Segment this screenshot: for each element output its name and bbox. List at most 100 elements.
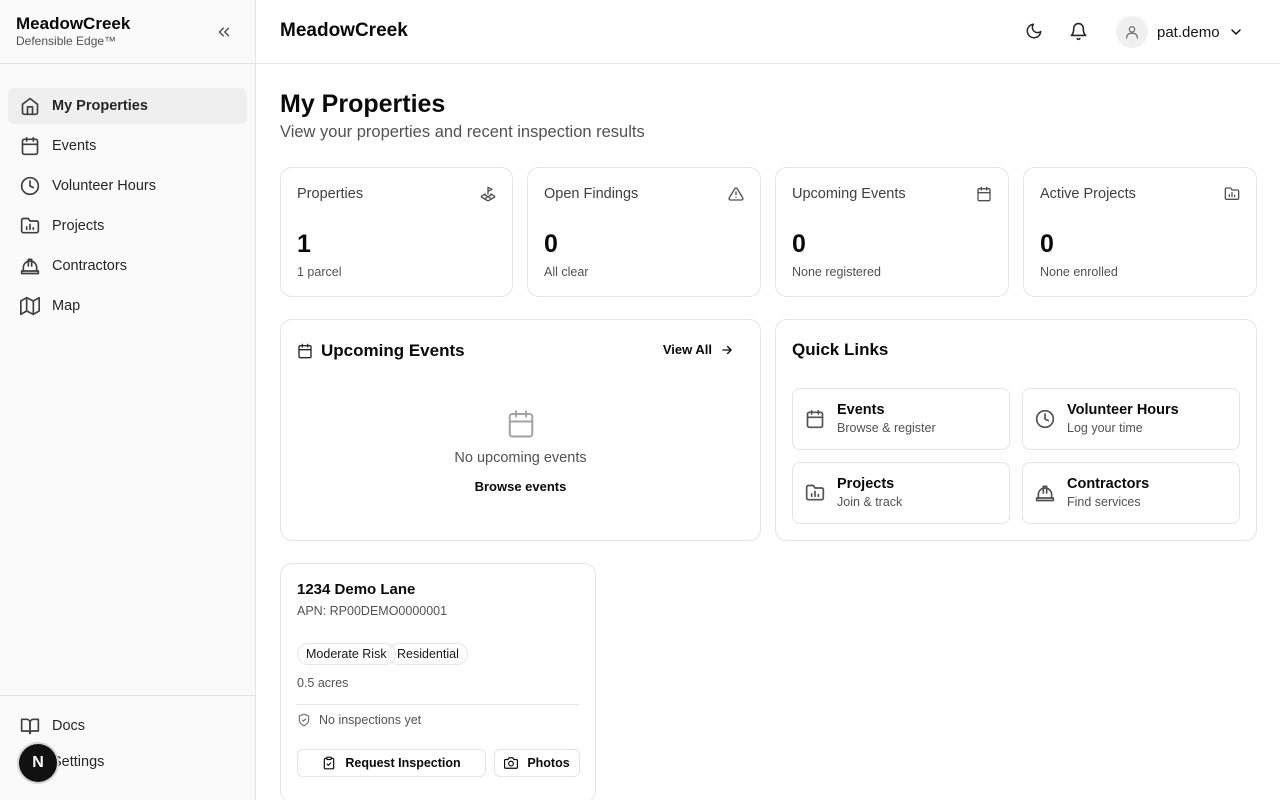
land-plot-icon: [480, 186, 496, 202]
avatar: [1116, 16, 1148, 48]
folder-chart-icon: [20, 216, 40, 236]
photos-label: Photos: [527, 756, 570, 770]
warning-triangle-icon: [728, 186, 744, 202]
stat-label: Upcoming Events: [792, 186, 906, 202]
quick-link-title: Projects: [837, 476, 895, 492]
property-acres: 0.5 acres: [297, 676, 349, 690]
view-all-link[interactable]: View All: [663, 342, 734, 357]
sidebar-item-volunteer-hours[interactable]: Volunteer Hours: [8, 168, 247, 204]
page-title: My Properties: [280, 90, 446, 118]
quick-link-subtitle: Join & track: [837, 495, 903, 509]
collapse-sidebar-icon[interactable]: [215, 23, 233, 41]
stat-label: Open Findings: [544, 186, 639, 202]
quick-links-card: Quick Links Events Browse & register Vol…: [775, 319, 1257, 541]
stat-note: All clear: [544, 265, 589, 279]
calendar-icon: [20, 136, 40, 156]
stat-value: 1: [297, 230, 311, 258]
divider: [297, 704, 579, 705]
sidebar-item-label: Settings: [52, 754, 105, 770]
request-inspection-button[interactable]: Request Inspection: [297, 749, 486, 777]
quick-link-projects[interactable]: Projects Join & track: [792, 462, 1010, 524]
header-title: MeadowCreek: [280, 20, 408, 41]
quick-link-subtitle: Find services: [1067, 495, 1141, 509]
sidebar-item-label: Projects: [52, 218, 105, 234]
hard-hat-icon: [20, 256, 40, 276]
sidebar-item-events[interactable]: Events: [8, 128, 247, 164]
view-all-label: View All: [662, 342, 712, 357]
map-icon: [20, 296, 40, 316]
book-icon: [20, 716, 40, 736]
inspection-status: No inspections yet: [297, 713, 421, 727]
stat-value: 0: [544, 230, 558, 258]
dark-mode-toggle-icon[interactable]: [1025, 22, 1045, 42]
folder-chart-icon: [1224, 186, 1240, 202]
hard-hat-icon: [1035, 483, 1055, 503]
sidebar-item-projects[interactable]: Projects: [8, 208, 247, 244]
quick-link-contractors[interactable]: Contractors Find services: [1022, 462, 1240, 524]
stat-note: 1 parcel: [297, 265, 342, 279]
inspection-status-text: No inspections yet: [319, 713, 422, 727]
stat-value: 0: [1040, 230, 1054, 258]
clock-icon: [1035, 409, 1055, 429]
upcoming-events-card: Upcoming Events View All No upcoming eve…: [280, 319, 761, 541]
quick-link-events[interactable]: Events Browse & register: [792, 388, 1010, 450]
calendar-icon: [805, 409, 825, 429]
stat-note: None enrolled: [1040, 265, 1118, 279]
type-badge: Residential: [388, 643, 468, 665]
property-apn: APN: RP00DEMO0000001: [297, 604, 448, 618]
quick-link-title: Contractors: [1067, 476, 1150, 492]
stat-card-open-findings: Open Findings 0 All clear: [527, 167, 761, 297]
sidebar-item-contractors[interactable]: Contractors: [8, 248, 247, 284]
home-icon: [20, 96, 40, 116]
browse-events-link-row: Browse events: [281, 479, 760, 494]
sidebar-nav: My Properties Events Volunteer Hours Pro…: [0, 64, 255, 324]
calendar-icon: [976, 186, 992, 202]
stat-label: Properties: [297, 186, 364, 202]
main-content: My Properties View your properties and r…: [256, 64, 1280, 800]
stat-label: Active Projects: [1040, 186, 1136, 202]
clipboard-check-icon: [322, 756, 336, 770]
username: pat.demo: [1157, 23, 1220, 41]
sidebar-item-label: Contractors: [52, 258, 127, 274]
brand-name: MeadowCreek: [16, 14, 131, 33]
arrow-right-icon: [720, 343, 734, 357]
quick-link-volunteer-hours[interactable]: Volunteer Hours Log your time: [1022, 388, 1240, 450]
folder-chart-icon: [805, 483, 825, 503]
assistant-launcher-button[interactable]: N: [19, 744, 57, 782]
stat-card-upcoming-events: Upcoming Events 0 None registered: [775, 167, 1009, 297]
top-bar: MeadowCreek pat.demo: [256, 0, 1280, 64]
stat-card-properties: Properties 1 1 parcel: [280, 167, 513, 297]
quick-links-title: Quick Links: [792, 340, 889, 359]
sidebar-item-label: Volunteer Hours: [52, 178, 156, 194]
sidebar-item-docs[interactable]: Docs: [8, 710, 247, 742]
camera-icon: [504, 756, 519, 770]
quick-link-subtitle: Browse & register: [837, 421, 936, 435]
chevron-down-icon: [1228, 24, 1244, 40]
shield-check-icon: [297, 713, 311, 727]
sidebar-item-label: Events: [52, 138, 97, 154]
upcoming-events-title: Upcoming Events: [321, 341, 465, 360]
quick-link-title: Events: [837, 402, 885, 418]
empty-state-text: No upcoming events: [454, 450, 587, 466]
bell-icon[interactable]: [1069, 22, 1089, 42]
calendar-icon: [297, 343, 313, 359]
sidebar-item-map[interactable]: Map: [8, 288, 247, 324]
request-inspection-label: Request Inspection: [345, 756, 461, 770]
clock-icon: [20, 176, 40, 196]
risk-badge: Moderate Risk: [297, 643, 396, 665]
quick-link-title: Volunteer Hours: [1067, 402, 1179, 418]
calendar-empty-icon: [506, 408, 536, 440]
stat-note: None registered: [792, 265, 881, 279]
photos-button[interactable]: Photos: [494, 749, 580, 777]
brand: MeadowCreek Defensible Edge™: [0, 0, 255, 64]
sidebar-item-label: My Properties: [52, 98, 148, 114]
stat-card-active-projects: Active Projects 0 None enrolled: [1023, 167, 1257, 297]
user-menu[interactable]: pat.demo: [1116, 16, 1244, 48]
page-subtitle: View your properties and recent inspecti…: [280, 123, 645, 141]
browse-events-link[interactable]: Browse events: [475, 479, 567, 494]
sidebar-item-my-properties[interactable]: My Properties: [8, 88, 247, 124]
property-address[interactable]: 1234 Demo Lane: [297, 581, 415, 598]
property-card: 1234 Demo Lane APN: RP00DEMO0000001 Mode…: [280, 563, 596, 800]
sidebar: MeadowCreek Defensible Edge™ My Properti…: [0, 0, 256, 800]
sidebar-item-label: Docs: [52, 718, 86, 734]
